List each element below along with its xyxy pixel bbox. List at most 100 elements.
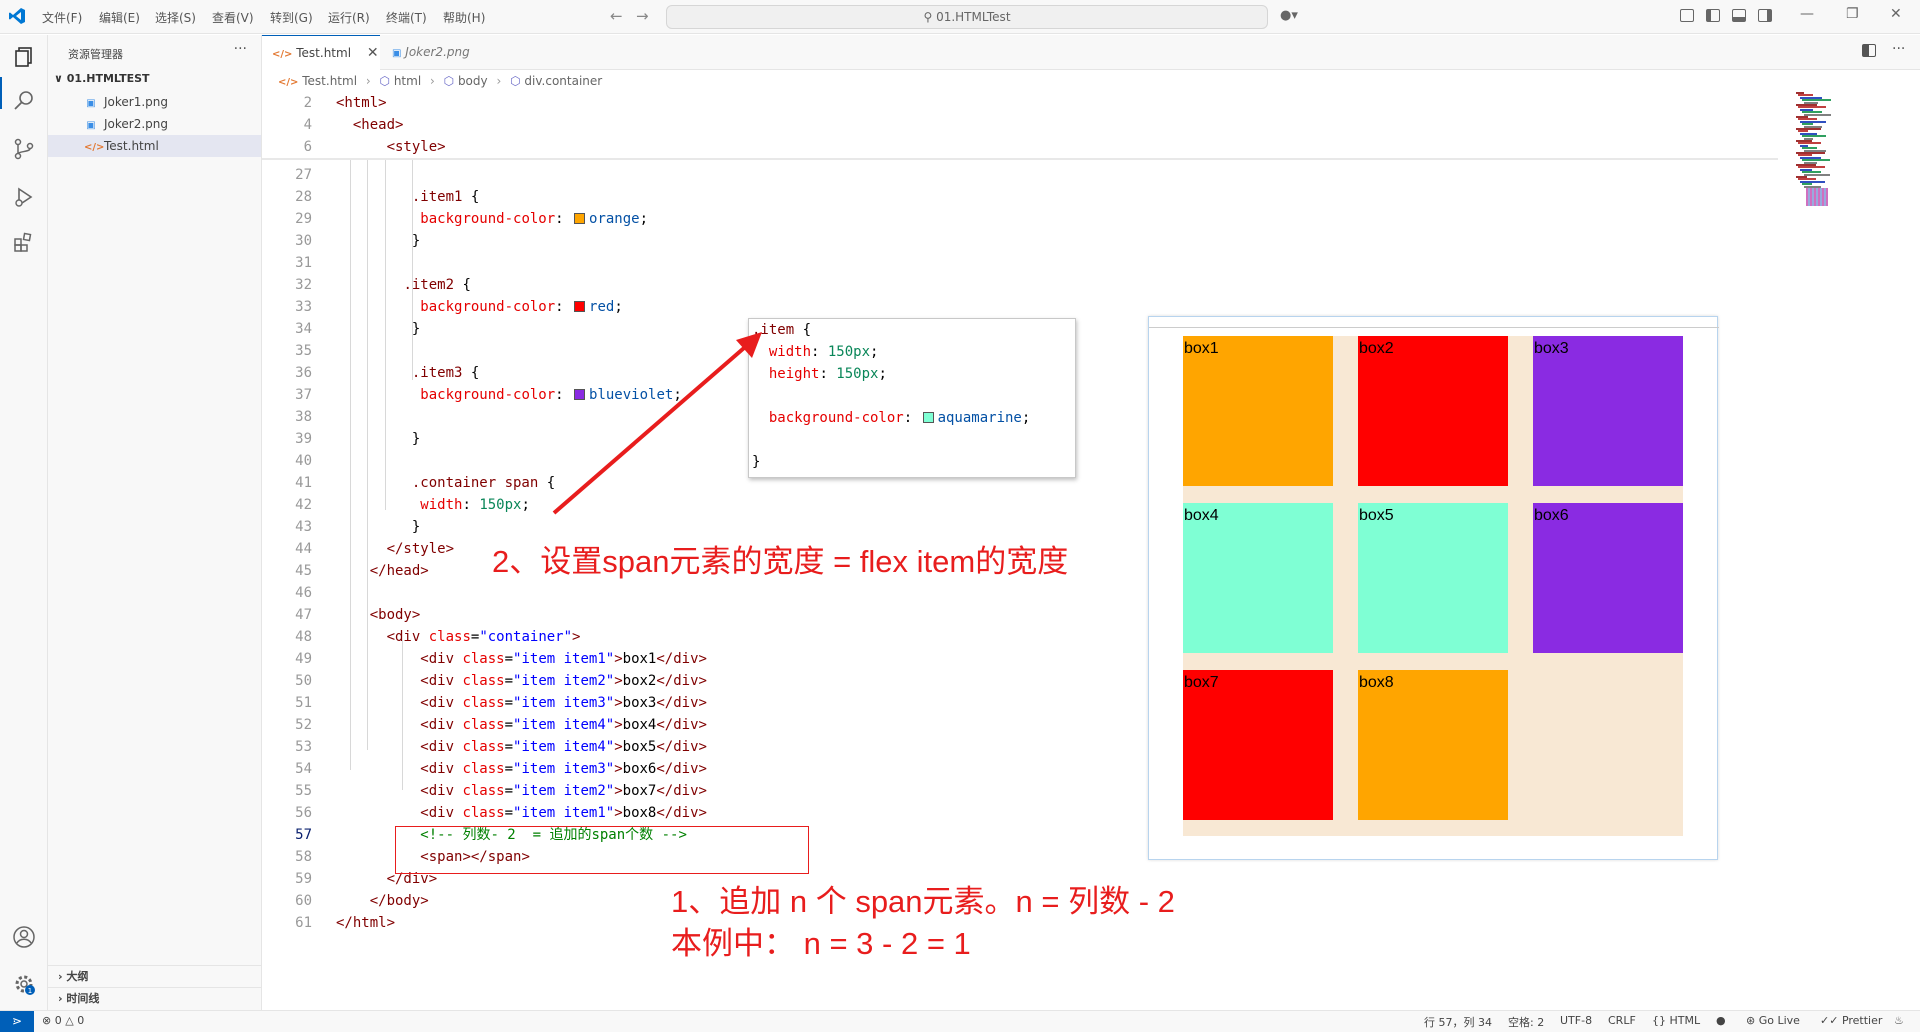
problems-indicator[interactable]: ⊗ 0 △ 0 xyxy=(42,1014,84,1027)
minimap[interactable] xyxy=(1778,92,1908,292)
run-debug-icon[interactable] xyxy=(12,185,36,209)
code-line[interactable]: 33 background-color: red; xyxy=(262,296,1778,318)
forward-arrow-icon[interactable]: → xyxy=(636,7,649,25)
code-line[interactable]: 2 <html> xyxy=(262,92,1778,114)
toggle-sidebar-icon[interactable] xyxy=(1706,9,1720,22)
line-number: 50 xyxy=(295,673,312,689)
language-mode[interactable]: {} HTML xyxy=(1652,1014,1700,1027)
more-actions-icon[interactable]: ··· xyxy=(1892,41,1905,57)
code-token: <style> xyxy=(386,139,446,155)
end-of-line[interactable]: CRLF xyxy=(1608,1014,1636,1027)
breadcrumb-item[interactable]: div.container xyxy=(524,74,602,88)
flex-item-box: box1 xyxy=(1183,336,1333,486)
code-line[interactable]: 32 .item2 { xyxy=(262,274,1778,296)
minimize-icon[interactable]: — xyxy=(1800,6,1814,22)
menu-help[interactable]: 帮助(H) xyxy=(443,9,485,26)
code-line[interactable]: 4 <head> xyxy=(262,114,1778,136)
line-number: 41 xyxy=(295,475,312,491)
menu-edit[interactable]: 编辑(E) xyxy=(99,9,140,26)
breadcrumb-item[interactable]: Test.html xyxy=(302,74,357,88)
file-joker1[interactable]: ▣ Joker1.png xyxy=(48,91,261,113)
timeline-section[interactable]: › 时间线 xyxy=(48,987,261,1009)
command-center-search[interactable]: ⚲ 01.HTMLTest xyxy=(666,5,1268,29)
split-editor-icon[interactable] xyxy=(1862,44,1876,57)
customize-layout-icon[interactable] xyxy=(1680,9,1694,22)
menu-terminal[interactable]: 终端(T) xyxy=(386,9,427,26)
menu-view[interactable]: 查看(V) xyxy=(212,9,254,26)
breadcrumb-item[interactable]: body xyxy=(458,74,488,88)
copilot-icon[interactable]: ●▾ xyxy=(1280,8,1298,23)
code-line[interactable]: 30 } xyxy=(262,230,1778,252)
toggle-secondary-sidebar-icon[interactable] xyxy=(1758,9,1772,22)
code-line[interactable]: 6 <style> xyxy=(262,136,1778,158)
line-number: 32 xyxy=(295,277,312,293)
file-joker2[interactable]: ▣ Joker2.png xyxy=(48,113,261,135)
menu-run[interactable]: 运行(R) xyxy=(328,9,370,26)
encoding[interactable]: UTF-8 xyxy=(1560,1014,1592,1027)
workspace-folder[interactable]: ∨ 01.HTMLTEST xyxy=(54,72,150,85)
menu-selection[interactable]: 选择(S) xyxy=(155,9,196,26)
annotation-note-1-example: 本例中： n = 3 - 2 = 1 xyxy=(671,926,971,961)
restore-icon[interactable]: ❐ xyxy=(1846,6,1859,22)
code-token: > xyxy=(614,761,623,777)
toggle-panel-icon[interactable] xyxy=(1732,9,1746,22)
color-swatch-icon[interactable] xyxy=(574,301,586,312)
code-token: { xyxy=(794,322,812,338)
tab-joker2-png[interactable]: ▣ Joker2.png xyxy=(382,35,492,70)
color-swatch-icon[interactable] xyxy=(922,412,934,423)
minimap-line xyxy=(1804,113,1831,116)
code-token: box2 xyxy=(622,673,657,689)
code-token: width xyxy=(420,497,463,513)
code-line[interactable]: 27 xyxy=(262,164,1778,186)
code-line[interactable]: 28 .item1 { xyxy=(262,186,1778,208)
line-number: 38 xyxy=(295,409,312,425)
go-live-button[interactable]: ⊛ Go Live xyxy=(1746,1014,1800,1027)
line-number: 56 xyxy=(295,805,312,821)
tab-test-html[interactable]: </> Test.html ✕ xyxy=(262,35,380,70)
code-token: } xyxy=(411,519,421,535)
copilot-status-icon[interactable]: ● xyxy=(1716,1014,1726,1027)
breadcrumb-item[interactable]: html xyxy=(394,74,421,88)
close-window-icon[interactable]: ✕ xyxy=(1890,6,1902,22)
file-test-html[interactable]: </>Test.html xyxy=(48,135,261,157)
line-number: 33 xyxy=(295,299,312,315)
notifications-bell-icon[interactable]: ♨ xyxy=(1894,1014,1904,1027)
source-control-icon[interactable] xyxy=(12,137,36,161)
code-token: <div xyxy=(420,761,455,777)
more-actions-icon[interactable]: ··· xyxy=(234,41,247,57)
line-number: 51 xyxy=(295,695,312,711)
line-number: 52 xyxy=(295,717,312,733)
prettier-status[interactable]: ✓✓ Prettier xyxy=(1820,1014,1882,1027)
indentation[interactable]: 空格: 2 xyxy=(1508,1014,1544,1030)
search-view-icon[interactable] xyxy=(12,89,36,113)
back-arrow-icon[interactable]: ← xyxy=(610,7,623,25)
code-token: <div xyxy=(420,673,455,689)
code-token: .container span xyxy=(411,475,539,491)
code-token: } xyxy=(411,321,421,337)
file-label: Joker1.png xyxy=(104,95,169,109)
workspace-folder-label: 01.HTMLTEST xyxy=(66,72,150,85)
sticky-scroll-divider xyxy=(262,158,1778,160)
code-line[interactable]: 29 background-color: orange; xyxy=(262,208,1778,230)
manage-gear-icon[interactable]: 1 xyxy=(12,972,36,996)
cursor-position[interactable]: 行 57，列 34 xyxy=(1424,1014,1492,1030)
explorer-icon[interactable] xyxy=(12,45,36,69)
remote-indicator-icon[interactable]: ⋗ xyxy=(0,1011,34,1032)
accounts-icon[interactable] xyxy=(12,925,36,949)
close-icon[interactable]: ✕ xyxy=(367,45,379,61)
code-token: { xyxy=(462,189,480,205)
code-token: "item item3" xyxy=(513,695,615,711)
line-number: 46 xyxy=(295,585,312,601)
color-swatch-icon[interactable] xyxy=(574,213,586,224)
image-file-icon: ▣ xyxy=(392,48,402,59)
extensions-icon[interactable] xyxy=(12,231,36,255)
flex-item-box: box2 xyxy=(1358,336,1508,486)
code-line[interactable]: 31 xyxy=(262,252,1778,274)
outline-section[interactable]: › 大纲 xyxy=(48,965,261,987)
menu-go[interactable]: 转到(G) xyxy=(270,9,313,26)
menu-file[interactable]: 文件(F) xyxy=(42,9,82,26)
